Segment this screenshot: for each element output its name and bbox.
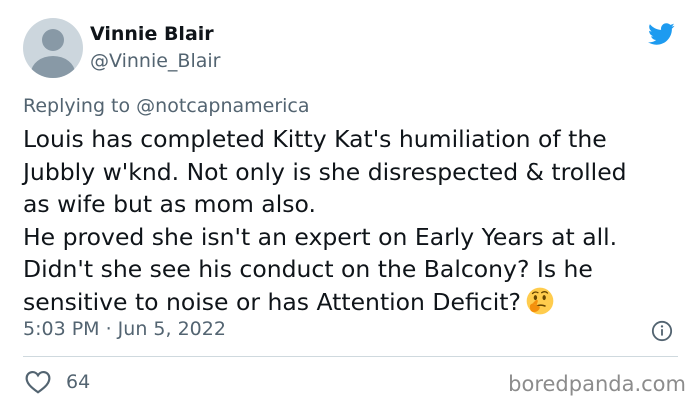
tweet-last-line: sensitive to noise or has Attention Defi…: [23, 286, 693, 319]
avatar-head: [42, 29, 64, 51]
twitter-bird-icon[interactable]: [645, 20, 677, 48]
divider: [23, 356, 678, 357]
replying-prefix: Replying to: [23, 95, 131, 117]
author-name[interactable]: Vinnie Blair: [90, 23, 214, 45]
tweet-card: Vinnie Blair @Vinnie_Blair Replying to @…: [0, 0, 700, 410]
avatar[interactable]: [23, 18, 83, 78]
heart-icon[interactable]: [25, 370, 51, 394]
tweet-line: He proved she isn't an expert on Early Y…: [23, 222, 618, 251]
tweet-line: sensitive to noise or has Attention Defi…: [23, 287, 521, 316]
reply-mention-link[interactable]: @notcapnamerica: [136, 95, 309, 117]
replying-to: Replying to @notcapnamerica: [23, 95, 310, 117]
tweet-line: Jubbly w'knd. Not only is she disrespect…: [23, 157, 627, 186]
tweet-line: Louis has completed Kitty Kat's humiliat…: [23, 125, 607, 153]
like-count: 64: [66, 371, 91, 393]
info-icon[interactable]: [651, 320, 673, 342]
tweet-timestamp[interactable]: 5:03 PM · Jun 5, 2022: [23, 318, 226, 340]
avatar-body: [31, 56, 75, 78]
tweet-line: as wife but as mom also.: [23, 190, 316, 218]
author-handle[interactable]: @Vinnie_Blair: [90, 50, 220, 72]
watermark: boredpanda.com: [508, 372, 686, 396]
thinking-face-icon: [526, 287, 554, 315]
tweet-line: Didn't she see his conduct on the Balcon…: [23, 255, 593, 283]
tweet-text: Louis has completed Kitty Kat's humiliat…: [23, 123, 693, 318]
